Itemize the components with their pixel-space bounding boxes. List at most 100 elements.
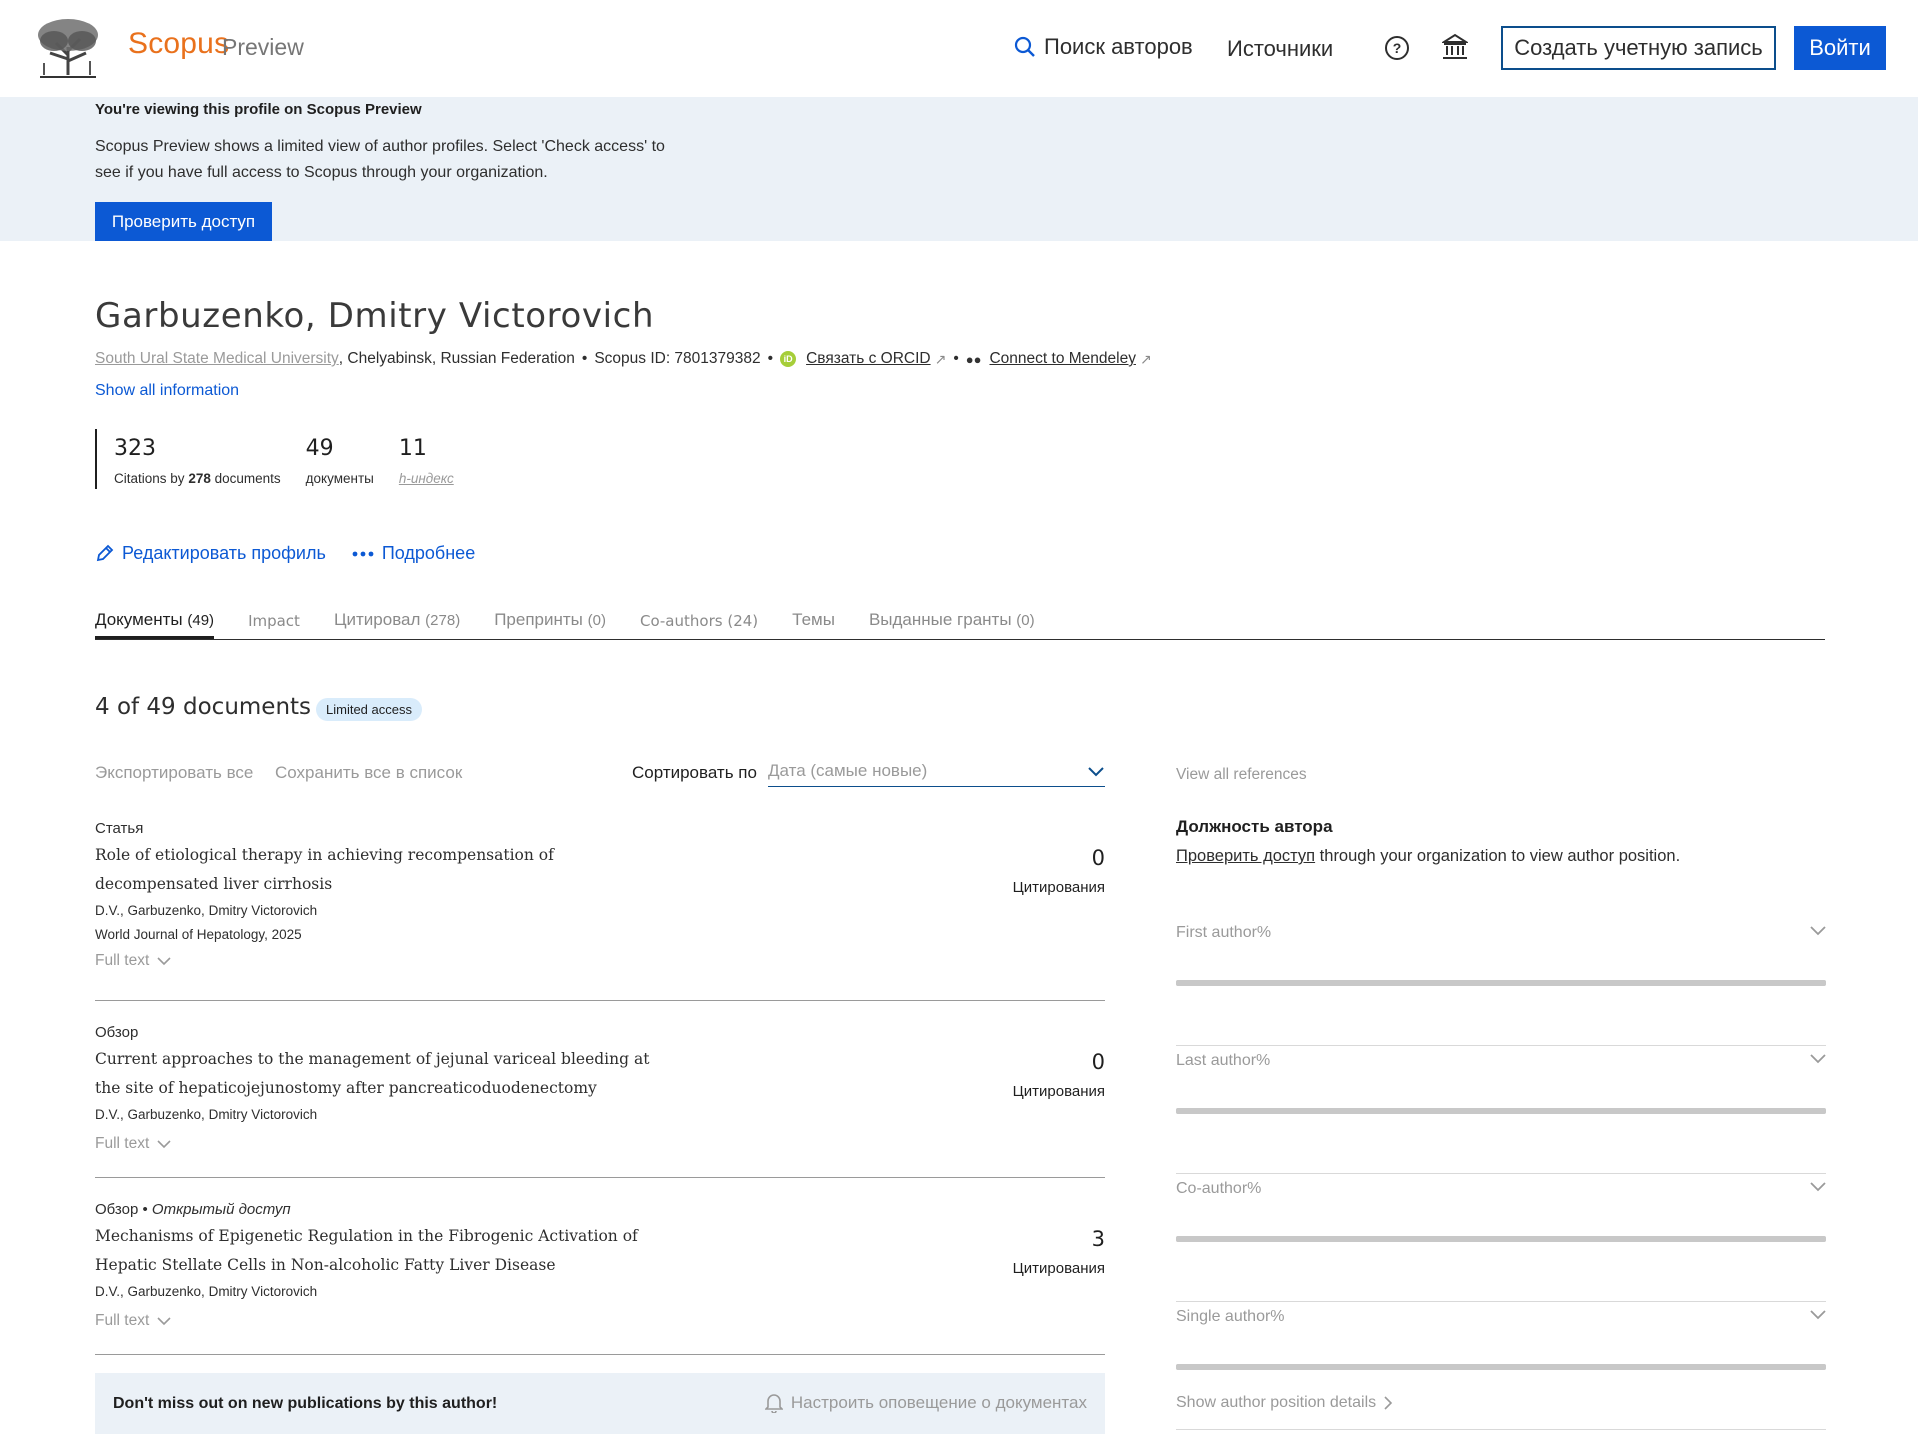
chevron-down-icon[interactable] xyxy=(1810,1182,1826,1192)
bell-icon xyxy=(764,1394,783,1413)
login-button[interactable]: Войти xyxy=(1794,26,1886,70)
document-title[interactable]: Mechanisms of Epigenetic Regulation in t… xyxy=(95,1222,675,1280)
banner-title: You're viewing this profile on Scopus Pr… xyxy=(95,101,422,118)
open-access-label: Открытый доступ xyxy=(151,1201,291,1218)
tab-count: (24) xyxy=(727,612,759,630)
author-position-title: Должность автора xyxy=(1176,817,1333,836)
nav-sources[interactable]: Источники xyxy=(1227,36,1333,62)
tab-label: Co-authors xyxy=(639,612,723,630)
check-access-link[interactable]: Проверить доступ xyxy=(1176,847,1315,865)
full-text-toggle[interactable]: Full text xyxy=(95,952,1105,970)
more-dots-icon xyxy=(352,551,374,556)
connect-mendeley-link[interactable]: Connect to Mendeley xyxy=(989,350,1135,368)
last-author-position: Last author% xyxy=(1176,1046,1826,1174)
full-text-label: Full text xyxy=(95,1135,150,1152)
save-all-to-list-link[interactable]: Сохранить все в список xyxy=(275,763,462,783)
citations-label: Цитирования xyxy=(1012,1083,1105,1100)
position-bar xyxy=(1176,1364,1826,1370)
connect-orcid-link[interactable]: Связать с ORCID xyxy=(806,350,931,368)
document-item: Статья Role of etiological therapy in ac… xyxy=(95,820,1105,1001)
create-account-button[interactable]: Создать учетную запись xyxy=(1501,26,1776,70)
nav-search-authors[interactable]: Поиск авторов xyxy=(1014,34,1193,60)
view-all-references-link[interactable]: View all references xyxy=(1176,766,1307,784)
tab-count: (49) xyxy=(187,612,215,629)
tab-topics[interactable]: Темы xyxy=(792,610,835,639)
documents-toolbar: Экспортировать все Сохранить все в списо… xyxy=(95,761,1105,791)
chevron-down-icon xyxy=(157,1139,171,1148)
document-citations: 3 Цитирования xyxy=(1013,1227,1105,1277)
position-label: Co-author% xyxy=(1176,1180,1262,1197)
h-index-label[interactable]: h-индекс xyxy=(399,471,454,486)
mendeley-icon: ●● xyxy=(965,351,982,367)
sort-label: Сортировать по xyxy=(632,763,757,782)
tab-label: Темы xyxy=(792,610,835,629)
full-text-toggle[interactable]: Full text xyxy=(95,1135,1105,1153)
citations-count[interactable]: 0 xyxy=(1013,1050,1105,1074)
sort-select[interactable]: Дата (самые новые) xyxy=(768,761,1105,787)
document-type-label: Обзор xyxy=(95,1201,139,1218)
edit-profile-button[interactable]: Редактировать профиль xyxy=(95,543,326,564)
document-type: Обзор • Открытый доступ xyxy=(95,1201,1105,1218)
edit-profile-label: Редактировать профиль xyxy=(122,543,326,563)
chevron-down-icon[interactable] xyxy=(1810,926,1826,936)
show-all-information-link[interactable]: Show all information xyxy=(95,382,239,400)
tab-label: Препринты xyxy=(494,610,583,629)
set-document-alert-link[interactable]: Настроить оповещение о документах xyxy=(764,1393,1087,1413)
export-all-link[interactable]: Экспортировать все xyxy=(95,763,253,783)
external-link-icon: ↗ xyxy=(1139,350,1152,367)
affiliation-link[interactable]: South Ural State Medical University xyxy=(95,350,339,368)
tab-documents[interactable]: Документы (49) xyxy=(95,610,215,639)
more-button[interactable]: Подробнее xyxy=(352,543,475,564)
documents-label: документы xyxy=(305,471,374,486)
citations-label-prefix: Citations by xyxy=(114,471,185,486)
chevron-down-icon[interactable] xyxy=(1810,1054,1826,1064)
top-header: Scopus Preview Поиск авторов Источники ?… xyxy=(0,0,1918,97)
help-icon[interactable]: ? xyxy=(1384,35,1410,61)
full-text-label: Full text xyxy=(95,1312,150,1329)
separator-dot: • xyxy=(142,1201,152,1218)
documents-value: 49 xyxy=(305,436,334,461)
institution-icon[interactable] xyxy=(1442,33,1468,61)
position-bar xyxy=(1176,1236,1826,1242)
document-authors[interactable]: D.V., Garbuzenko, Dmitry Victorovich xyxy=(95,903,1105,918)
citations-label: Цитирования xyxy=(1012,1260,1105,1277)
profile-tabs: Документы (49) Impact Цитировал (278) Пр… xyxy=(95,610,1825,640)
chevron-down-icon[interactable] xyxy=(1810,1310,1826,1320)
nav-search-authors-label: Поиск авторов xyxy=(1044,34,1193,59)
document-title[interactable]: Current approaches to the management of … xyxy=(95,1045,675,1103)
tab-label: Impact xyxy=(248,612,300,630)
document-source: World Journal of Hepatology, 2025 xyxy=(95,927,302,942)
check-access-button[interactable]: Проверить доступ xyxy=(95,202,272,241)
elsevier-tree-logo[interactable] xyxy=(34,17,102,79)
author-name: Garbuzenko, Dmitry Victorovich xyxy=(95,296,655,336)
document-title[interactable]: Role of etiological therapy in achieving… xyxy=(95,841,665,899)
full-text-toggle[interactable]: Full text xyxy=(95,1312,1105,1330)
metric-citations: 323 Citations by 278 documents xyxy=(97,429,289,489)
chevron-down-icon xyxy=(1088,767,1104,777)
citations-count[interactable]: 3 xyxy=(1013,1227,1105,1251)
brand-preview-label: Preview xyxy=(222,34,304,60)
co-author-position: Co-author% xyxy=(1176,1174,1826,1302)
alert-text: Don't miss out on new publications by th… xyxy=(113,1395,498,1412)
chevron-down-icon xyxy=(157,1316,171,1325)
separator-dot: • xyxy=(767,350,774,367)
tab-preprints[interactable]: Препринты (0) xyxy=(494,610,606,639)
alert-link-label: Настроить оповещение о документах xyxy=(790,1393,1087,1412)
show-author-position-details-link[interactable]: Show author position details xyxy=(1176,1394,1393,1412)
metric-h-index: 11 h-индекс xyxy=(382,429,462,489)
position-bar-fill xyxy=(1176,1108,1826,1114)
document-authors[interactable]: D.V., Garbuzenko, Dmitry Victorovich xyxy=(95,1107,1105,1122)
tab-awarded-grants[interactable]: Выданные гранты (0) xyxy=(869,610,1035,639)
document-authors[interactable]: D.V., Garbuzenko, Dmitry Victorovich xyxy=(95,1284,1105,1299)
author-position-note: through your organization to view author… xyxy=(1315,847,1681,865)
chevron-down-icon xyxy=(157,956,171,965)
citations-value: 323 xyxy=(114,436,156,461)
tab-impact[interactable]: Impact xyxy=(248,610,300,639)
tab-cited-by[interactable]: Цитировал (278) xyxy=(334,610,460,639)
svg-text:?: ? xyxy=(1393,40,1402,56)
position-bar xyxy=(1176,1108,1826,1114)
tab-count: (278) xyxy=(425,612,461,629)
tab-co-authors[interactable]: Co-authors (24) xyxy=(640,610,758,639)
scopus-brand[interactable]: Scopus xyxy=(128,27,229,61)
citations-count[interactable]: 0 xyxy=(1013,846,1105,870)
